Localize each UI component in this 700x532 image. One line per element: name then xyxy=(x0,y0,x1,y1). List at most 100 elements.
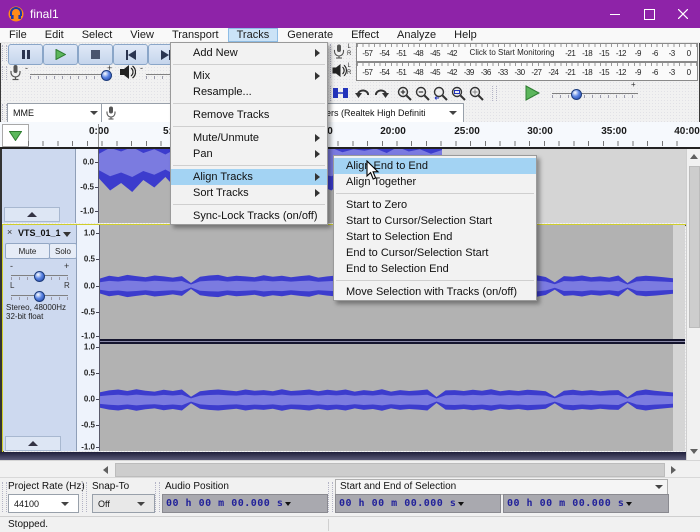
zoom-out-button[interactable] xyxy=(414,85,431,101)
menu-transport[interactable]: Transport xyxy=(163,28,228,42)
menu-generate[interactable]: Generate xyxy=(278,28,342,42)
align-submenu-item-align-together[interactable]: Align Together xyxy=(334,174,536,190)
toolbar-grip[interactable] xyxy=(155,482,160,512)
toolbar-grip[interactable] xyxy=(328,482,333,512)
track-2-vertical-ruler[interactable]: 1.00.50.0-0.5-1.01.00.50.0-0.5-1.0 xyxy=(77,225,100,451)
time-format-caret-icon[interactable] xyxy=(626,502,632,506)
play-speed-slider[interactable] xyxy=(552,93,638,94)
toolbar-grip[interactable] xyxy=(2,66,7,80)
align-submenu-item-align-end-to-end[interactable]: Align End to End xyxy=(334,158,536,174)
track-2-mute-button[interactable]: Mute xyxy=(5,243,50,259)
track-2-gain-slider-thumb[interactable] xyxy=(34,271,45,282)
scroll-down-icon[interactable] xyxy=(690,449,698,454)
audio-host-select[interactable]: MME xyxy=(7,103,106,123)
timeline-ruler[interactable]: 0:005:0010:0015:0020:0025:0030:0035:0040… xyxy=(0,122,700,147)
track-1-vertical-ruler[interactable]: 0.0-0.5-1.0 xyxy=(76,149,99,223)
track-2-channel-2-waveform[interactable] xyxy=(100,344,673,451)
track-2-menu-dropdown-icon[interactable] xyxy=(63,232,71,237)
menu-select[interactable]: Select xyxy=(73,28,122,42)
toolbar-grip[interactable] xyxy=(82,482,87,512)
play-button[interactable] xyxy=(43,44,78,65)
fit-project-button[interactable] xyxy=(450,85,467,101)
tracks-menu-item-sync-lock-tracks-on-off[interactable]: Sync-Lock Tracks (on/off) xyxy=(171,208,327,224)
menu-effect[interactable]: Effect xyxy=(342,28,388,42)
recording-meter[interactable]: Click to Start Monitoring -57-54-51-48-4… xyxy=(356,43,698,62)
track-area-bottom-splitter[interactable] xyxy=(0,452,686,460)
menu-help[interactable]: Help xyxy=(445,28,486,42)
tracks-menu-item-pan[interactable]: Pan xyxy=(171,146,327,162)
maximize-button[interactable] xyxy=(632,0,666,28)
track-2-name[interactable]: VTS_01_1 xyxy=(18,228,61,238)
track-2-channel-2-canvas[interactable] xyxy=(100,344,685,451)
menu-tracks[interactable]: Tracks xyxy=(228,28,279,42)
zoom-in-button[interactable] xyxy=(396,85,413,101)
recording-volume-slider[interactable] xyxy=(30,74,112,75)
time-format-caret-icon[interactable] xyxy=(285,502,291,506)
vertical-scrollbar[interactable] xyxy=(686,149,700,462)
ruler-tick xyxy=(95,187,98,188)
redo-button[interactable] xyxy=(372,85,389,101)
track-2-control-panel[interactable]: × VTS_01_1 Mute Solo - + L R Stereo, 480… xyxy=(3,225,77,451)
playback-device-select[interactable]: ers (Realtek High Definiti xyxy=(322,103,464,123)
track-2-pan-slider-thumb[interactable] xyxy=(34,291,45,302)
horizontal-scrollbar[interactable] xyxy=(0,460,700,478)
tracks-menu-item-remove-tracks[interactable]: Remove Tracks xyxy=(171,107,327,123)
timeline-ticks xyxy=(28,141,688,146)
align-submenu-item-start-to-zero[interactable]: Start to Zero xyxy=(334,197,536,213)
selection-end-field[interactable]: 00 h 00 m 00.000 s xyxy=(503,494,669,513)
tracks-menu-item-mix[interactable]: Mix xyxy=(171,68,327,84)
horizontal-scrollbar-thumb[interactable] xyxy=(115,463,665,477)
align-submenu-item-start-to-selection-end[interactable]: Start to Selection End xyxy=(334,229,536,245)
tracks-menu-item-resample[interactable]: Resample... xyxy=(171,84,327,100)
timeline-options-button[interactable] xyxy=(2,124,29,147)
monitoring-prompt[interactable]: Click to Start Monitoring xyxy=(468,48,557,57)
selection-mode-select[interactable]: Start and End of Selection xyxy=(335,479,668,495)
track-2-close-icon[interactable]: × xyxy=(7,227,12,237)
align-submenu-item-end-to-cursor-selection-start[interactable]: End to Cursor/Selection Start xyxy=(334,245,536,261)
audio-position-field[interactable]: 00 h 00 m 00.000 s xyxy=(162,494,328,513)
tracks-menu-item-sort-tracks[interactable]: Sort Tracks xyxy=(171,185,327,201)
skip-to-start-button[interactable] xyxy=(113,44,148,65)
silence-audio-icon xyxy=(333,87,348,99)
stop-button[interactable] xyxy=(78,44,113,65)
project-rate-select[interactable]: 44100 xyxy=(8,494,79,513)
align-submenu-item-end-to-selection-end[interactable]: End to Selection End xyxy=(334,261,536,277)
scroll-right-icon[interactable] xyxy=(671,466,676,474)
track-1-control-panel[interactable] xyxy=(2,149,76,223)
scroll-up-icon[interactable] xyxy=(690,154,698,159)
tracks-menu-item-align-tracks[interactable]: Align Tracks xyxy=(171,169,327,185)
silence-audio-button[interactable] xyxy=(332,85,349,101)
pause-button[interactable] xyxy=(8,44,43,65)
scroll-left-icon[interactable] xyxy=(103,466,108,474)
close-button[interactable] xyxy=(666,0,700,28)
play-at-speed-button[interactable] xyxy=(524,85,541,106)
play-speed-slider-thumb[interactable] xyxy=(571,89,582,100)
menu-view[interactable]: View xyxy=(121,28,163,42)
skip-to-end-icon xyxy=(161,50,171,60)
toolbar-grip[interactable] xyxy=(2,45,7,61)
tracks-menu-item-mute-unmute[interactable]: Mute/Unmute xyxy=(171,130,327,146)
menu-analyze[interactable]: Analyze xyxy=(388,28,445,42)
selection-start-field[interactable]: 00 h 00 m 00.000 s xyxy=(335,494,501,513)
menu-edit[interactable]: Edit xyxy=(36,28,73,42)
align-submenu-item-move-selection-with-tracks-on-off[interactable]: Move Selection with Tracks (on/off) xyxy=(334,284,536,300)
snap-to-select[interactable]: Off xyxy=(92,494,155,513)
undo-button[interactable] xyxy=(354,85,371,101)
track-2-format-info: Stereo, 48000Hz32-bit float xyxy=(6,303,66,321)
minimize-button[interactable] xyxy=(598,0,632,28)
recording-volume-slider-thumb[interactable] xyxy=(101,70,112,81)
vertical-scrollbar-thumb[interactable] xyxy=(689,166,700,328)
tracks-menu-item-add-new[interactable]: Add New xyxy=(171,45,327,61)
fit-selection-button[interactable] xyxy=(432,85,449,101)
track-2-collapse-button[interactable] xyxy=(5,436,61,451)
menu-file[interactable]: File xyxy=(0,28,36,42)
track-2-solo-button[interactable]: Solo xyxy=(49,243,77,259)
meter-scale-number: -3 xyxy=(669,68,675,77)
playback-meter[interactable]: -57-54-51-48-45-42-39-36-33-30-27-24-21-… xyxy=(356,62,698,81)
time-format-caret-icon[interactable] xyxy=(458,502,464,506)
track-1-collapse-button[interactable] xyxy=(4,207,60,222)
zoom-toggle-button[interactable] xyxy=(468,85,485,101)
toolbar-grip[interactable] xyxy=(492,86,497,101)
align-submenu-item-start-to-cursor-selection-start[interactable]: Start to Cursor/Selection Start xyxy=(334,213,536,229)
toolbar-grip[interactable] xyxy=(2,482,7,512)
